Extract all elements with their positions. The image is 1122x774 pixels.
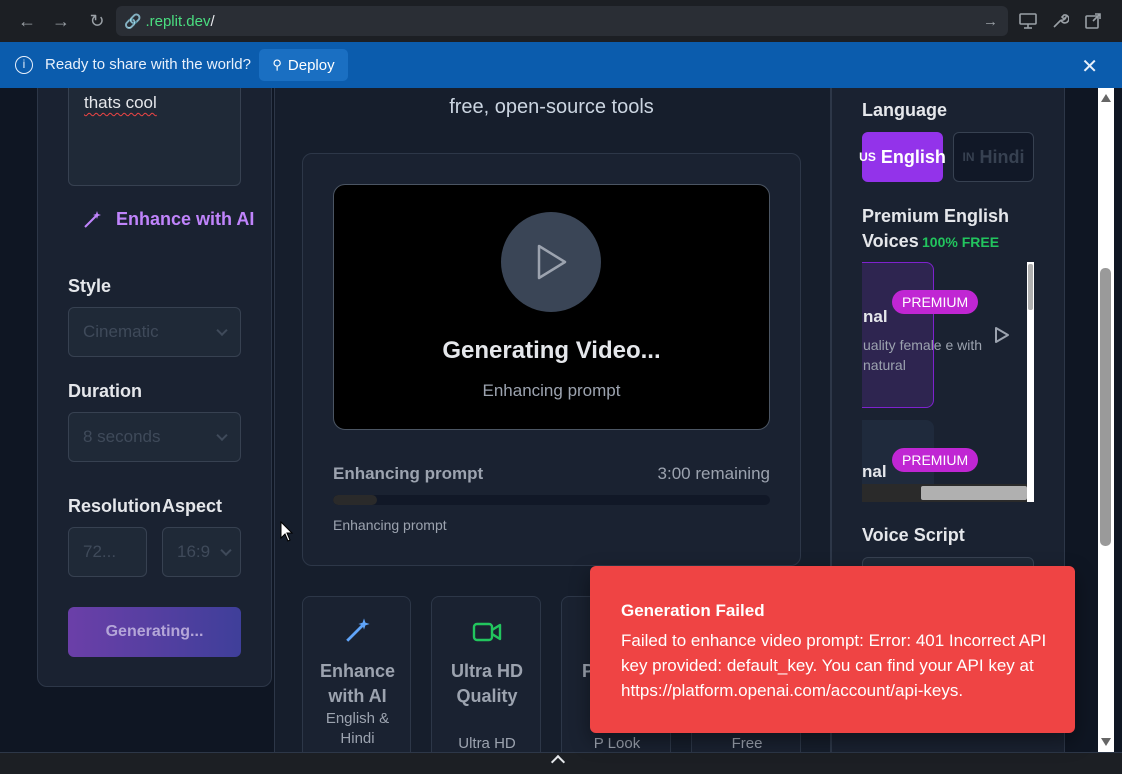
voice-name: nal: [863, 307, 888, 326]
url-bar[interactable]: 🔗 .replit.dev / →: [116, 6, 1008, 36]
video-camera-icon: [472, 622, 502, 642]
tagline: free, open-source tools: [449, 96, 654, 118]
play-voice-icon[interactable]: [994, 326, 1010, 349]
aspect-label: Aspect: [162, 496, 223, 516]
vertical-scrollbar[interactable]: [1027, 262, 1034, 502]
enhance-with-ai-link[interactable]: Enhance with AI: [82, 209, 254, 230]
resolution-label: Resolution: [68, 496, 161, 516]
error-toast: Generation Failed Failed to enhance vide…: [590, 566, 1075, 733]
enhance-label: Enhance with AI: [116, 209, 255, 229]
horizontal-scrollbar[interactable]: [862, 484, 1034, 502]
scroll-down-icon[interactable]: [1101, 738, 1111, 746]
voices-free-badge: 100% FREE: [922, 234, 1000, 250]
toast-message: Failed to enhance video prompt: Error: 4…: [621, 631, 1047, 700]
video-preview: Generating Video... Enhancing prompt: [333, 184, 770, 430]
resolution-select[interactable]: 72...: [68, 527, 147, 577]
progress-label: Enhancing prompt: [333, 464, 484, 483]
magic-wand-icon: [346, 618, 370, 642]
deploy-banner: i Ready to share with the world? ✕: [0, 42, 1122, 88]
magic-wand-icon: [84, 210, 101, 228]
chevron-up-icon[interactable]: [550, 754, 566, 770]
voice-list: nal uality female e with natural PREMIUM…: [862, 262, 1034, 502]
forward-arrow-icon[interactable]: →: [48, 8, 74, 34]
video-title: Generating Video...: [442, 337, 661, 364]
horizontal-scroll-thumb[interactable]: [921, 486, 1027, 500]
chevron-down-icon: [220, 544, 232, 557]
url-host: .replit.dev: [145, 12, 211, 30]
lang-english-label: English: [880, 146, 946, 167]
url-path: /: [210, 12, 215, 30]
prompt-text: thats cool: [84, 93, 157, 112]
monitor-icon[interactable]: [1015, 8, 1041, 34]
deploy-button[interactable]: ⚲ Deploy: [259, 49, 348, 81]
progress-fill: [333, 495, 377, 505]
feature-card-ultra-hd: Ultra HD Quality Ultra HD: [431, 596, 541, 752]
page-scrollbar[interactable]: [1098, 88, 1114, 752]
duration-value: 8 seconds: [83, 427, 161, 446]
banner-message: Ready to share with the world?: [45, 56, 251, 73]
lang-hindi-label: Hindi: [979, 146, 1025, 167]
feature-card-enhance: Enhance with AI English & Hindi: [302, 596, 411, 752]
info-icon: i: [15, 56, 33, 74]
language-english-button[interactable]: US English: [859, 132, 946, 182]
aspect-select[interactable]: 16:9: [162, 527, 241, 577]
progress-sub: Enhancing prompt: [333, 517, 447, 533]
flag-in-icon: IN: [962, 150, 975, 164]
feature-sub: English & Hindi: [325, 710, 390, 747]
feature-title: Ultra HD Quality: [450, 661, 523, 706]
link-icon: 🔗: [124, 12, 142, 29]
wrench-icon[interactable]: [1047, 8, 1073, 34]
deploy-icon: ⚲: [272, 57, 282, 72]
flag-us-icon: US: [859, 150, 876, 164]
generate-label: Generating...: [105, 623, 204, 640]
generate-button[interactable]: Generating...: [68, 607, 241, 657]
reload-icon[interactable]: ↻: [84, 8, 110, 34]
style-value: Cinematic: [83, 322, 159, 341]
open-external-icon[interactable]: [1080, 8, 1106, 34]
bottom-bar: [0, 752, 1122, 774]
language-label: Language: [862, 100, 948, 120]
aspect-value: 16:9: [177, 542, 211, 561]
premium-badge: PREMIUM: [892, 290, 979, 314]
play-icon: [537, 244, 567, 280]
voice-script-label: Voice Script: [862, 525, 965, 545]
page-scroll-thumb[interactable]: [1100, 268, 1111, 546]
scroll-up-icon[interactable]: [1101, 94, 1111, 102]
duration-label: Duration: [68, 381, 142, 401]
go-arrow-icon[interactable]: →: [983, 13, 998, 30]
close-icon[interactable]: ✕: [1081, 54, 1098, 79]
deploy-label: Deploy: [287, 56, 335, 74]
voice-name: nal: [862, 462, 887, 481]
feature-sub: Ultra HD: [458, 735, 516, 752]
progress-bar: [333, 495, 770, 505]
mouse-cursor-icon: [280, 521, 294, 542]
feature-sub: P Look: [593, 735, 641, 752]
chevron-down-icon: [216, 429, 228, 442]
toast-title: Generation Failed: [621, 601, 765, 620]
back-arrow-icon[interactable]: ←: [14, 8, 40, 34]
progress-remaining: 3:00 remaining: [657, 464, 770, 483]
language-hindi-button[interactable]: IN Hindi: [953, 132, 1034, 182]
duration-select[interactable]: 8 seconds: [68, 412, 241, 462]
voice-desc: uality female e with natural: [863, 337, 983, 373]
vertical-scroll-thumb[interactable]: [1028, 264, 1033, 310]
video-status: Enhancing prompt: [482, 381, 621, 400]
feature-sub: Free: [731, 735, 763, 752]
feature-title: Enhance with AI: [319, 661, 396, 706]
style-select[interactable]: Cinematic: [68, 307, 241, 357]
premium-badge: PREMIUM: [892, 448, 979, 472]
chevron-down-icon: [216, 324, 228, 337]
resolution-value: 72...: [83, 542, 117, 561]
prompt-textarea[interactable]: thats cool: [68, 88, 241, 186]
style-label: Style: [68, 276, 112, 296]
voice-card[interactable]: nal uality female e with natural: [862, 262, 982, 408]
play-button[interactable]: [501, 212, 601, 312]
browser-toolbar: ← → ↻ 🔗 .replit.dev / →: [0, 0, 1122, 42]
